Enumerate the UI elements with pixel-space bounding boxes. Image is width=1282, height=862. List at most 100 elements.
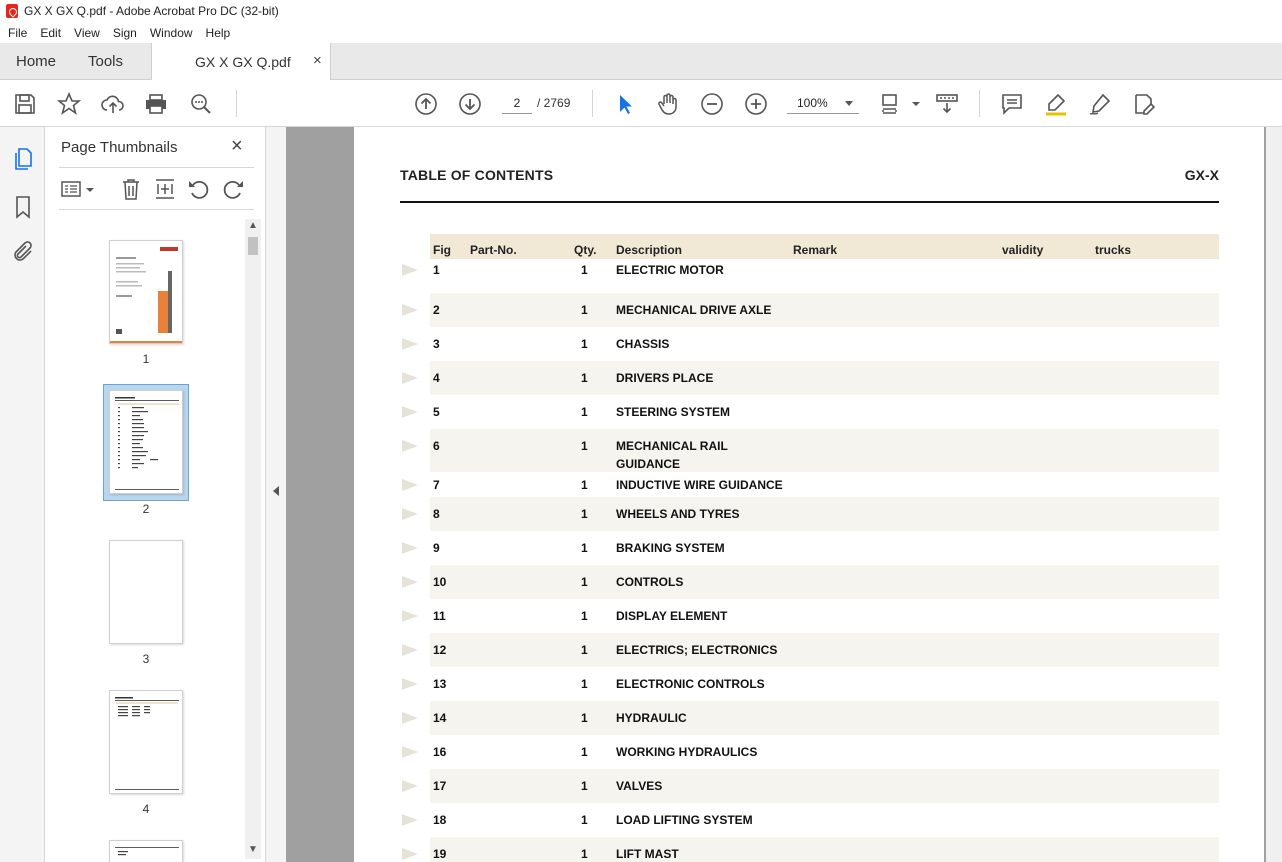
expand-arrow-icon[interactable] [402,746,418,758]
expand-arrow-icon[interactable] [402,264,418,276]
row-qty: 1 [581,745,588,759]
expand-arrow-icon[interactable] [402,610,418,622]
table-row[interactable]: 17 1 VALVES [402,769,1219,803]
tab-document[interactable]: GX X GX Q.pdf × [151,43,331,80]
table-row[interactable]: 1 1 ELECTRIC MOTOR [402,259,1219,293]
thumbnail-page-2[interactable] [109,390,183,494]
expand-arrow-icon[interactable] [402,508,418,520]
comment-icon[interactable] [1000,92,1024,116]
row-fig: 11 [433,609,446,623]
scroll-up-icon[interactable]: ▲ [248,221,258,231]
tab-tools[interactable]: Tools [88,53,123,70]
menu-view[interactable]: View [74,26,100,40]
expand-arrow-icon[interactable] [402,780,418,792]
save-icon[interactable] [13,92,37,116]
extract-page-icon[interactable] [153,177,177,201]
hand-tool-icon[interactable] [656,92,680,116]
document-view[interactable]: TABLE OF CONTENTS GX-X Fig Part-No. Qty.… [286,127,1282,862]
document-scrollbar[interactable] [1266,127,1282,862]
edit-pdf-icon[interactable] [1132,92,1156,116]
thumbnail-options-icon[interactable] [60,177,96,201]
search-zoom-icon[interactable] [189,92,213,116]
expand-arrow-icon[interactable] [402,542,418,554]
star-icon[interactable] [56,91,82,116]
expand-arrow-icon[interactable] [402,440,418,452]
table-row[interactable]: 11 1 DISPLAY ELEMENT [402,599,1219,633]
expand-arrow-icon[interactable] [402,814,418,826]
table-row[interactable]: 4 1 DRIVERS PLACE [402,361,1219,395]
menu-window[interactable]: Window [150,26,193,40]
table-row[interactable]: 8 1 WHEELS AND TYRES [402,497,1219,531]
thumbnail-page-5[interactable] [109,840,183,862]
row-description: DRIVERS PLACE [616,371,714,385]
next-page-icon[interactable] [458,92,482,116]
scrollbar-thumb[interactable] [248,237,258,255]
expand-arrow-icon[interactable] [402,372,418,384]
table-row[interactable]: 14 1 HYDRAULIC [402,701,1219,735]
expand-arrow-icon[interactable] [402,479,418,491]
table-row[interactable]: 7 1 INDUCTIVE WIRE GUIDANCE [402,472,1219,497]
menu-sign[interactable]: Sign [113,26,137,40]
rotate-counterclockwise-icon[interactable] [187,177,211,201]
menu-help[interactable]: Help [206,26,231,40]
print-icon[interactable] [144,92,168,116]
expand-arrow-icon[interactable] [402,712,418,724]
row-fig: 19 [433,847,447,861]
select-arrow-icon[interactable] [612,92,636,116]
table-row[interactable]: 19 1 LIFT MAST [402,837,1219,862]
thumbnail-scrollbar[interactable]: ▲ ▼ [245,219,261,859]
col-qty: Qty. [574,243,597,257]
zoom-in-icon[interactable] [744,92,768,116]
expand-arrow-icon[interactable] [402,576,418,588]
page-number-input[interactable]: 2 [502,92,532,114]
bookmark-icon[interactable] [11,195,35,219]
upload-cloud-icon[interactable] [101,92,125,116]
menu-edit[interactable]: Edit [40,26,61,40]
tab-home[interactable]: Home [16,53,56,70]
fit-page-icon[interactable] [880,92,904,116]
table-row[interactable]: 12 1 ELECTRICS; ELECTRONICS [402,633,1219,667]
table-row[interactable]: 5 1 STEERING SYSTEM [402,395,1219,429]
row-description: CONTROLS [616,575,684,589]
table-row[interactable]: 2 1 MECHANICAL DRIVE AXLE [402,293,1219,327]
table-row[interactable]: 13 1 ELECTRONIC CONTROLS [402,667,1219,701]
previous-page-icon[interactable] [414,92,438,116]
row-description: MECHANICAL DRIVE AXLE [616,303,772,317]
close-panel-icon[interactable]: × [231,135,243,158]
table-row[interactable]: 16 1 WORKING HYDRAULICS [402,735,1219,769]
thumbnail-page-1[interactable] [109,240,183,344]
header-rule [400,201,1219,203]
close-tab-icon[interactable]: × [313,52,322,69]
expand-arrow-icon[interactable] [402,338,418,350]
thumbnail-page-4[interactable] [109,690,183,794]
sign-pen-icon[interactable] [1088,92,1112,116]
expand-arrow-icon[interactable] [402,644,418,656]
zoom-out-icon[interactable] [700,92,724,116]
expand-arrow-icon[interactable] [402,678,418,690]
collapse-panel-icon[interactable] [273,486,279,496]
fit-page-dropdown-icon[interactable] [904,92,920,116]
scroll-down-icon[interactable]: ▼ [248,845,258,855]
page-thumbnails-icon[interactable] [11,147,35,171]
zoom-select[interactable]: 100% [787,92,859,114]
pdf-page: TABLE OF CONTENTS GX-X Fig Part-No. Qty.… [354,127,1264,862]
thumbnail-page-3[interactable] [109,540,183,644]
row-qty: 1 [581,371,588,385]
table-row[interactable]: 18 1 LOAD LIFTING SYSTEM [402,803,1219,837]
table-row[interactable]: 3 1 CHASSIS [402,327,1219,361]
panel-splitter[interactable] [265,127,286,862]
row-qty: 1 [581,711,588,725]
scroll-mode-icon[interactable] [935,92,959,116]
col-validity: validity [1002,243,1044,257]
rotate-clockwise-icon[interactable] [221,177,245,201]
table-row[interactable]: 9 1 BRAKING SYSTEM [402,531,1219,565]
expand-arrow-icon[interactable] [402,406,418,418]
highlight-icon[interactable] [1044,92,1068,116]
menu-file[interactable]: File [8,26,27,40]
delete-page-icon[interactable] [119,177,143,201]
table-row[interactable]: 6 1 MECHANICAL RAIL GUIDANCE [402,429,1219,472]
expand-arrow-icon[interactable] [402,304,418,316]
expand-arrow-icon[interactable] [402,848,418,860]
attachment-icon[interactable] [11,240,35,264]
table-row[interactable]: 10 1 CONTROLS [402,565,1219,599]
